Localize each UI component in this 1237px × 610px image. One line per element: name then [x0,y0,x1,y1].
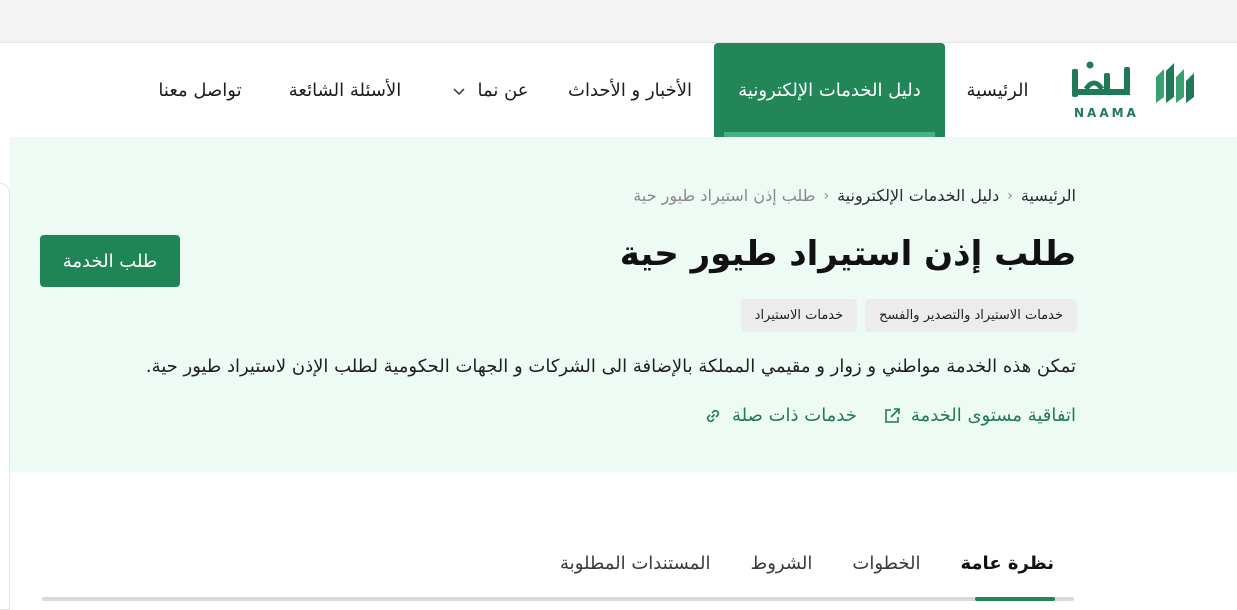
tab-conditions[interactable]: الشروط [751,553,813,574]
logo-latin-text: NAAMA [1074,106,1139,120]
nav-contact-label: تواصل معنا [158,79,242,101]
breadcrumb-current: طلب إذن استيراد طيور حية [633,186,816,205]
service-tags: خدمات الاستيراد والتصدير والفسح خدمات ال… [740,299,1077,332]
nav-eservices-guide[interactable]: دليل الخدمات الإلكترونية [714,43,945,137]
sla-link-label: اتفاقية مستوى الخدمة [910,405,1076,426]
naama-logo[interactable]: NAAMA [1068,59,1204,123]
nav-about[interactable]: عن نما [436,43,546,137]
nav-home-label: الرئيسية [966,79,1029,101]
nav-news-events[interactable]: الأخبار و الأحداث [550,43,710,137]
sla-link[interactable]: اتفاقية مستوى الخدمة [883,405,1076,426]
related-services-label: خدمات ذات صلة [731,405,857,426]
external-link-icon [883,407,901,425]
tag-import-export[interactable]: خدمات الاستيراد والتصدير والفسح [865,299,1077,332]
browser-top-strip [0,0,1237,43]
related-services-link[interactable]: خدمات ذات صلة [704,405,857,426]
tag-import[interactable]: خدمات الاستيراد [740,299,858,332]
tab-steps[interactable]: الخطوات [852,553,920,574]
breadcrumb-separator-icon: ‹ [1007,187,1013,204]
tabs-active-indicator [975,597,1055,601]
page-title: طلب إذن استيراد طيور حية [619,234,1076,274]
tabs-track [42,597,1074,601]
nav-faq[interactable]: الأسئلة الشائعة [270,43,420,137]
service-links: اتفاقية مستوى الخدمة خدمات ذات صلة [704,405,1076,426]
service-description: تمكن هذه الخدمة مواطني و زوار و مقيمي ال… [145,356,1076,377]
naama-logo-mark-icon [1072,61,1194,103]
breadcrumb-guide[interactable]: دليل الخدمات الإلكترونية [837,186,999,205]
main-navbar: NAAMA الرئيسية دليل الخدمات الإلكترونية … [0,43,1237,137]
breadcrumb-separator-icon: ‹ [823,187,830,204]
nav-faq-label: الأسئلة الشائعة [288,79,402,101]
nav-eservices-guide-label: دليل الخدمات الإلكترونية [738,79,921,101]
nav-news-events-label: الأخبار و الأحداث [568,79,692,101]
request-service-button[interactable]: طلب الخدمة [40,235,180,287]
breadcrumb-home[interactable]: الرئيسية [1021,186,1076,205]
nav-about-label: عن نما [477,79,529,101]
chain-link-icon [704,407,722,425]
tab-overview[interactable]: نظرة عامة [961,553,1055,574]
service-tabs: نظرة عامة الخطوات الشروط المستندات المطل… [560,553,1054,574]
breadcrumb: الرئيسية ‹ دليل الخدمات الإلكترونية ‹ طل… [633,186,1076,205]
nav-home[interactable]: الرئيسية [945,43,1050,137]
tab-documents[interactable]: المستندات المطلوبة [560,553,711,574]
chevron-down-icon [453,80,465,101]
nav-contact[interactable]: تواصل معنا [140,43,260,137]
side-panel-edge [0,183,10,610]
